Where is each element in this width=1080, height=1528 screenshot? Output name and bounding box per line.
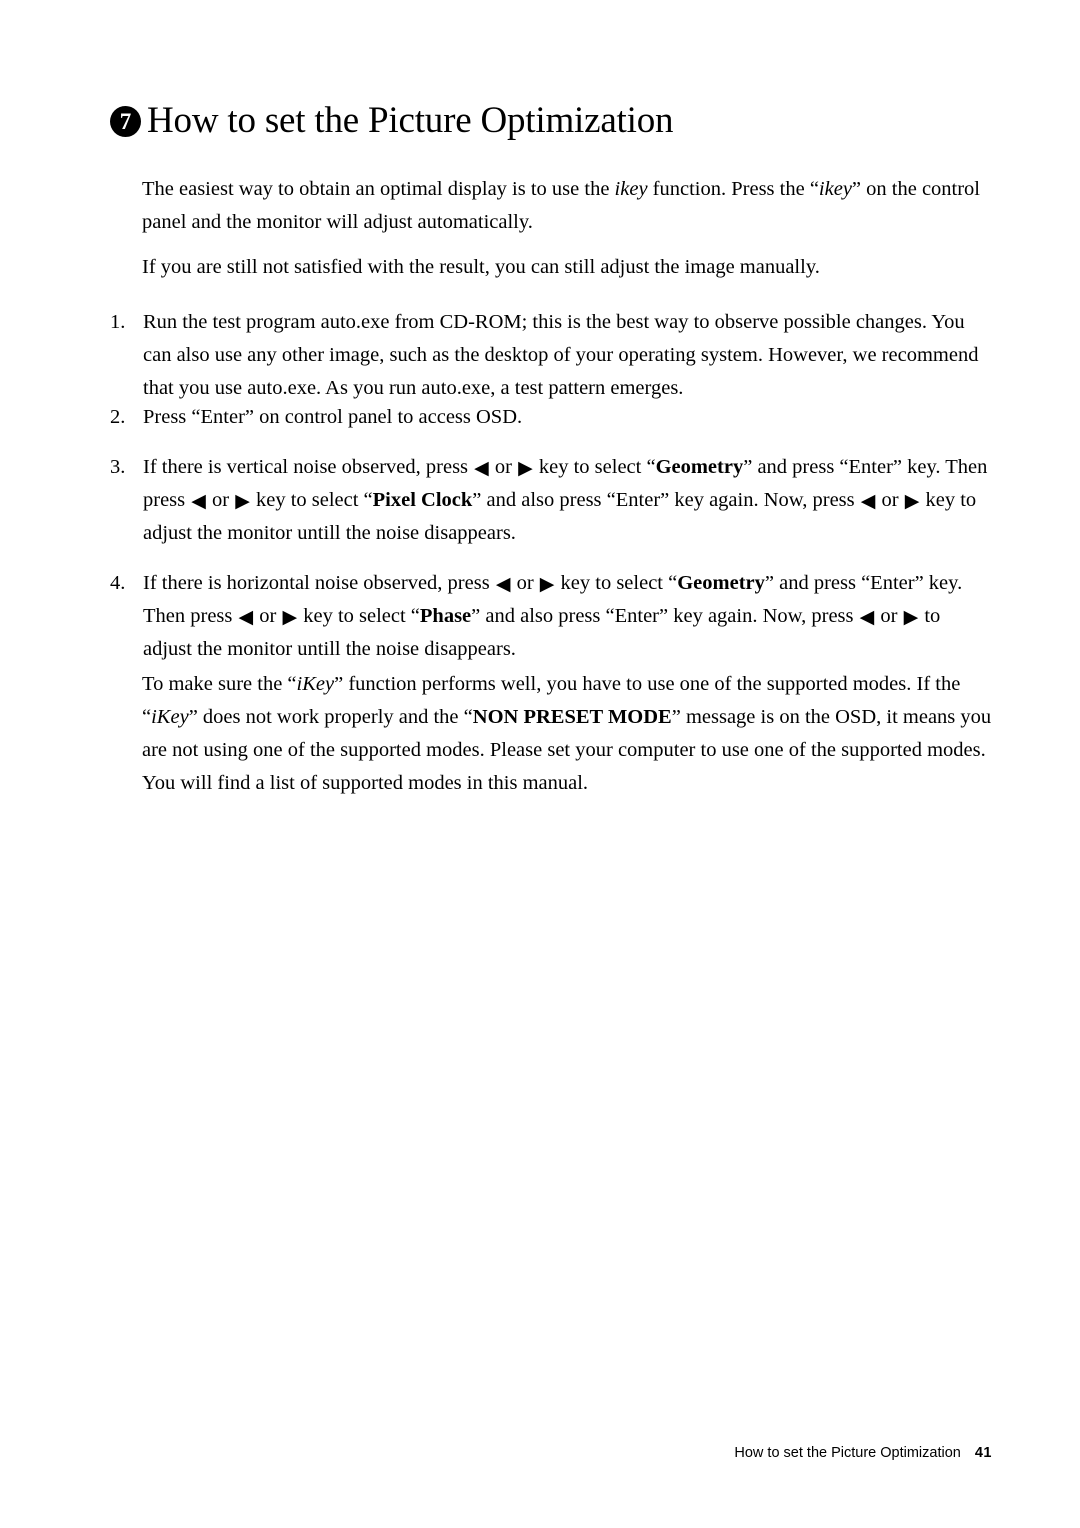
arrow-right-icon: ▶ <box>235 491 250 512</box>
page-title: How to set the Picture Optimization <box>147 100 674 141</box>
step3-seg-8: or <box>876 489 904 511</box>
step3-seg-1: If there is vertical noise observed, pre… <box>143 456 474 478</box>
arrow-right-icon: ▶ <box>282 607 298 628</box>
arrow-right-icon: ▶ <box>903 607 919 628</box>
closing-ikey-2: iKey <box>151 706 189 728</box>
step3-seg-7: ” and also press “Enter” key again. Now,… <box>472 489 860 511</box>
step4-seg-7: ” and also press “Enter” key again. Now,… <box>471 605 859 627</box>
list-item-number: 2. <box>110 406 126 428</box>
step4-bold-phase: Phase <box>419 605 472 627</box>
arrow-left-icon: ◀ <box>859 607 875 628</box>
step3-seg-5: or <box>206 489 235 511</box>
closing-ikey-1: iKey <box>296 673 335 695</box>
arrow-right-icon: ▶ <box>904 491 920 512</box>
step4-seg-8: or <box>875 605 903 627</box>
intro-p1-seg-b: function. Press the “ <box>647 178 819 200</box>
arrow-right-icon: ▶ <box>539 574 555 595</box>
step4-bold-geometry: Geometry <box>677 572 765 594</box>
arrow-left-icon: ◀ <box>860 491 876 512</box>
step3-bold-geometry: Geometry <box>655 456 744 478</box>
intro-paragraph-2: If you are still not satisfied with the … <box>142 251 992 284</box>
step4-seg-2: or <box>511 572 539 594</box>
list-item-text: If there is horizontal noise observed, p… <box>143 567 992 666</box>
list-item-text: Press “Enter” on control panel to access… <box>143 406 523 428</box>
list-item-step-3: 3. If there is vertical noise observed, … <box>110 451 992 550</box>
footer-chapter-title: How to set the Picture Optimization <box>734 1445 961 1461</box>
list-item-step-1: 1. Run the test program auto.exe from CD… <box>110 306 992 405</box>
intro-p1-ikey-2: ikey <box>818 178 852 200</box>
closing-seg-1: To make sure the “ <box>142 673 297 695</box>
document-page: 7 How to set the Picture Optimization Th… <box>0 0 1080 1528</box>
list-item-number: 3. <box>110 456 126 478</box>
step4-seg-5: or <box>254 605 282 627</box>
closing-seg-3: ” does not work properly and the “ <box>188 706 473 728</box>
intro-p1-ikey-1: ikey <box>614 178 648 200</box>
paragraph-text: If you are still not satisfied with the … <box>142 256 820 278</box>
arrow-right-icon: ▶ <box>518 458 533 479</box>
step3-seg-6: key to select “ <box>250 489 373 511</box>
arrow-left-icon: ◀ <box>495 574 511 595</box>
step4-seg-3: key to select “ <box>555 572 678 594</box>
list-item-number: 1. <box>110 311 126 333</box>
intro-paragraph-1: The easiest way to obtain an optimal dis… <box>142 173 992 239</box>
page-footer: How to set the Picture Optimization 41 <box>0 1443 992 1463</box>
closing-bold-non-preset-mode: NON PRESET MODE <box>472 706 672 728</box>
intro-p1-seg-a: The easiest way to obtain an optimal dis… <box>142 178 615 200</box>
arrow-left-icon: ◀ <box>474 458 489 479</box>
list-item-step-2: 2. Press “Enter” on control panel to acc… <box>110 401 992 434</box>
footer-page-number: 41 <box>974 1445 992 1461</box>
paragraph-text: To make sure the “iKey” function perform… <box>142 668 992 800</box>
arrow-left-icon: ◀ <box>238 607 254 628</box>
closing-paragraph: To make sure the “iKey” function perform… <box>142 668 992 800</box>
step3-bold-pixel-clock: Pixel Clock <box>372 489 473 511</box>
arrow-left-icon: ◀ <box>191 491 206 512</box>
chapter-number-badge: 7 <box>110 105 141 137</box>
step4-seg-6: key to select “ <box>298 605 420 627</box>
paragraph-text: The easiest way to obtain an optimal dis… <box>142 173 992 239</box>
list-item-text: If there is vertical noise observed, pre… <box>143 451 992 550</box>
list-item-text: Run the test program auto.exe from CD-RO… <box>143 311 979 399</box>
list-item-number: 4. <box>110 572 126 594</box>
step3-seg-3: key to select “ <box>533 456 656 478</box>
step3-seg-2: or <box>489 456 518 478</box>
list-item-step-4: 4. If there is horizontal noise observed… <box>110 567 992 666</box>
chapter-heading: 7 How to set the Picture Optimization <box>110 100 990 142</box>
step4-seg-1: If there is horizontal noise observed, p… <box>143 572 495 594</box>
